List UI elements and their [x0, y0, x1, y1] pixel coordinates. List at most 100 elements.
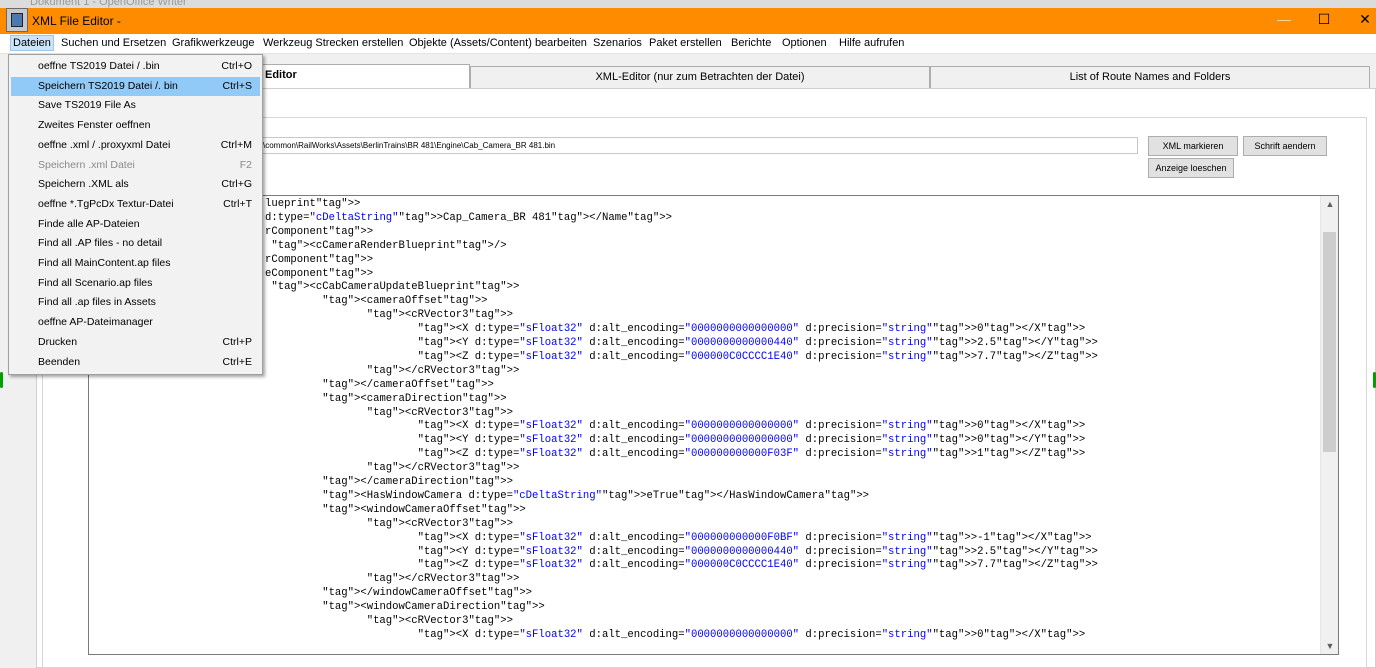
code-line: "tag"><X d:type="sFloat32" d:alt_encodin…: [417, 531, 1092, 544]
minimize-icon[interactable]: —: [1269, 11, 1299, 27]
dropdown-item[interactable]: Zweites Fenster oeffnen: [11, 116, 260, 135]
background-window-title: Dokument 1 - OpenOffice Writer: [30, 0, 187, 8]
title-bar: XML File Editor - — ☐ ✕: [0, 8, 1376, 34]
code-line: "tag"><Y d:type="sFloat32" d:alt_encodin…: [417, 545, 1098, 558]
menu-szenarios[interactable]: Szenarios: [593, 37, 642, 49]
code-line: "tag"><cRVector3"tag">>: [366, 615, 513, 627]
code-line: rComponent"tag">>: [265, 253, 374, 266]
code-line: "tag"><windowCameraOffset"tag">>: [322, 503, 526, 516]
code-line: "tag"></cRVector3"tag">>: [366, 573, 520, 586]
dateien-dropdown-menu: oeffne TS2019 Datei / .bin Ctrl+O Speicher…: [8, 54, 263, 375]
dropdown-item-label: Speichern TS2019 Datei /. bin: [38, 79, 178, 92]
menu-bar: Dateien Suchen und Ersetzen Grafikwerkze…: [0, 34, 1376, 54]
vertical-scrollbar[interactable]: ▲ ▼: [1320, 196, 1338, 654]
code-line: "tag"><cCameraRenderBlueprint"tag">/>: [271, 239, 507, 252]
dropdown-item[interactable]: Finde alle AP-Dateien: [11, 215, 260, 234]
code-line: "tag"><X d:type="sFloat32" d:alt_encodin…: [417, 323, 1086, 336]
dropdown-item-shortcut: Ctrl+M: [220, 138, 252, 151]
dropdown-item-label: Save TS2019 File As: [38, 99, 136, 112]
anzeige-loeschen-button[interactable]: Anzeige loeschen: [1148, 158, 1234, 178]
menu-grafikwerkzeuge[interactable]: Grafikwerkzeuge: [172, 37, 255, 49]
menu-berichte[interactable]: Berichte: [731, 37, 771, 49]
code-line: "tag"></windowCameraOffset"tag">>: [322, 587, 533, 600]
dropdown-item-label: Zweites Fenster oeffnen: [38, 119, 151, 132]
dropdown-item-shortcut: Ctrl+S: [222, 79, 252, 92]
background-window-strip: Dokument 1 - OpenOffice Writer: [0, 0, 1376, 8]
menu-suchen-und-ersetzen[interactable]: Suchen und Ersetzen: [61, 37, 166, 49]
code-line: "tag"></cameraOffset"tag">>: [322, 378, 494, 391]
app-icon[interactable]: [6, 8, 28, 32]
tab-xml-editor[interactable]: XML-Editor (nur zum Betrachten der Datei…: [470, 66, 930, 88]
close-icon[interactable]: ✕: [1350, 11, 1376, 28]
dropdown-item-label: Drucken: [38, 335, 78, 348]
code-line: "tag"><Z d:type="sFloat32" d:alt_encodin…: [417, 448, 1086, 461]
dropdown-item-shortcut: Ctrl+T: [223, 197, 252, 210]
code-line: "tag"><cameraOffset"tag">>: [322, 295, 488, 308]
dropdown-item[interactable]: Find all Scenario.ap files: [11, 274, 260, 293]
menu-objekte-bearbeiten[interactable]: Objekte (Assets/Content) bearbeiten: [409, 37, 587, 49]
dropdown-item-label: Find all .ap files in Assets: [38, 296, 156, 309]
dropdown-item-label: Finde alle AP-Dateien: [38, 217, 140, 230]
menu-dateien[interactable]: Dateien: [10, 35, 54, 51]
dropdown-item-label: Find all MainContent.ap files: [38, 257, 171, 269]
code-line: "tag"></cRVector3"tag">>: [366, 364, 520, 377]
scrollbar-thumb[interactable]: [1323, 232, 1336, 452]
dropdown-item[interactable]: oeffne TS2019 Datei / .bin Ctrl+O: [11, 57, 260, 76]
scroll-down-icon[interactable]: ▼: [1321, 638, 1338, 654]
maximize-icon[interactable]: ☐: [1309, 11, 1339, 28]
dropdown-item-shortcut: Ctrl+P: [222, 335, 252, 348]
code-line: "tag"><Z d:type="sFloat32" d:alt_encodin…: [417, 559, 1098, 572]
code-line: "tag"><cameraDirection"tag">>: [322, 392, 507, 405]
code-line: "tag"><cRVector3"tag">>: [366, 309, 513, 322]
code-line: "tag"><Y d:type="sFloat32" d:alt_encodin…: [417, 434, 1086, 447]
dropdown-item-shortcut: Ctrl+E: [222, 355, 252, 368]
dropdown-item-shortcut: F2: [239, 158, 252, 171]
code-line: "tag"><cRVector3"tag">>: [366, 517, 513, 530]
dropdown-item-shortcut: Ctrl+O: [221, 60, 252, 72]
dropdown-item[interactable]: Beenden Ctrl+E: [11, 353, 260, 372]
dropdown-item-shortcut: Ctrl+G: [221, 178, 252, 191]
schrift-aendern-button[interactable]: Schrift aendern: [1243, 136, 1327, 156]
dropdown-item-label: Find all Scenario.ap files: [38, 276, 153, 289]
menu-werkzeug-strecken[interactable]: Werkzeug Strecken erstellen: [263, 37, 403, 49]
dropdown-item-label: oeffne AP-Dateimanager: [38, 316, 153, 329]
dropdown-item-label: Speichern .XML als: [38, 178, 129, 191]
window-title: XML File Editor -: [32, 14, 121, 28]
dropdown-item[interactable]: Drucken Ctrl+P: [11, 333, 260, 352]
left-edge-marker: [0, 372, 3, 388]
code-line: "tag"><cRVector3"tag">>: [366, 406, 513, 419]
xml-text-area[interactable]: lueprint"tag">> d:type="cDeltaString""tag…: [88, 195, 1339, 655]
dropdown-item-label: oeffne *.TgPcDx Textur-Datei: [38, 197, 174, 210]
code-line: "tag"><cCabCameraUpdateBlueprint"tag">>: [271, 281, 520, 294]
dropdown-item[interactable]: Find all .AP files - no detail: [11, 234, 260, 253]
scroll-up-icon[interactable]: ▲: [1321, 196, 1338, 212]
dropdown-item[interactable]: Speichern .XML als Ctrl+G: [11, 175, 260, 194]
dropdown-item-label: Speichern .xml Datei: [38, 158, 135, 171]
dropdown-item[interactable]: Save TS2019 File As: [11, 96, 260, 115]
dropdown-item-label: Find all .AP files - no detail: [38, 237, 163, 250]
dropdown-item[interactable]: Find all .ap files in Assets: [11, 293, 260, 312]
dropdown-item[interactable]: Speichern .xml Datei F2: [11, 156, 260, 175]
code-line: "tag"><HasWindowCamera d:type="cDeltaStr…: [322, 489, 870, 502]
code-line: "tag"><Y d:type="sFloat32" d:alt_encodin…: [417, 337, 1098, 349]
dropdown-item[interactable]: Speichern TS2019 Datei /. bin Ctrl+S: [11, 76, 260, 96]
dropdown-item[interactable]: oeffne AP-Dateimanager: [11, 313, 260, 332]
file-path-field[interactable]: s\common\RailWorks\Assets\BerlinTrains\B…: [256, 137, 1138, 154]
dropdown-item-label: Beenden: [38, 355, 81, 368]
dropdown-item[interactable]: Find all MainContent.ap files: [11, 254, 260, 273]
dropdown-item[interactable]: oeffne *.TgPcDx Textur-Datei Ctrl+T: [11, 195, 260, 214]
dropdown-item[interactable]: oeffne .xml / .proxyxml Datei Ctrl+M: [11, 136, 260, 155]
code-line: "tag"><X d:type="sFloat32" d:alt_encodin…: [417, 628, 1086, 641]
code-line: "tag"></cameraDirection"tag">>: [322, 476, 513, 488]
xml-markieren-button[interactable]: XML markieren: [1148, 136, 1238, 156]
menu-paket-erstellen[interactable]: Paket erstellen: [649, 37, 722, 49]
code-line: "tag"></cRVector3"tag">>: [366, 462, 520, 475]
code-line: "tag"><X d:type="sFloat32" d:alt_encodin…: [417, 420, 1086, 433]
menu-optionen[interactable]: Optionen: [782, 37, 827, 49]
menu-hilfe-aufrufen[interactable]: Hilfe aufrufen: [839, 37, 904, 49]
dropdown-item-label: oeffne TS2019 Datei / .bin: [38, 60, 160, 72]
tab-route-names[interactable]: List of Route Names and Folders: [930, 66, 1370, 88]
dropdown-item-label: oeffne .xml / .proxyxml Datei: [38, 138, 171, 151]
code-line: eComponent"tag">>: [265, 267, 374, 280]
code-line: lueprint"tag">>: [265, 198, 361, 210]
